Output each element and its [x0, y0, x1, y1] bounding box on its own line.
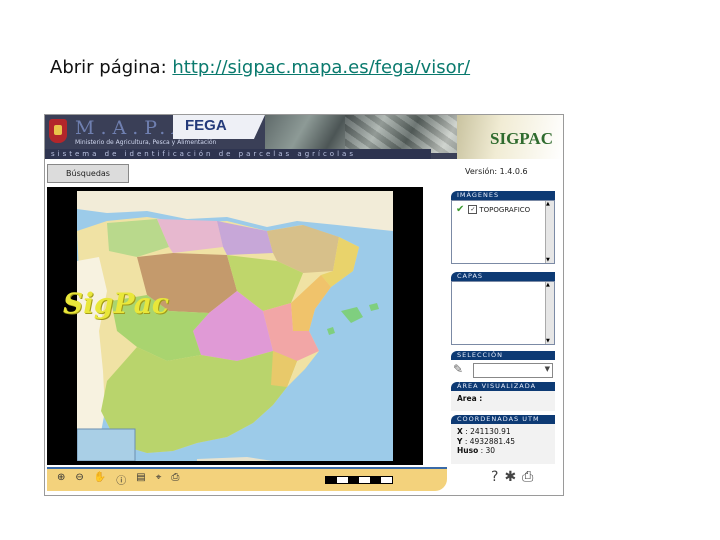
scale-bar	[325, 476, 393, 484]
huso-label: Huso	[457, 446, 479, 455]
sigpac-app-window: M.A.P.A. Ministerio de Agricultura, Pesc…	[44, 114, 564, 496]
area-label: Area :	[457, 394, 483, 403]
utility-icons: ? ✱ ⎙	[491, 469, 533, 485]
area-header: ÁREA VISUALIZADA	[451, 382, 555, 391]
capas-scrollbar[interactable]	[545, 282, 554, 344]
sistema-tagline: sistema de identificación de parcelas ag…	[45, 149, 431, 159]
y-row: Y : 4932881.45	[457, 437, 549, 447]
printer-icon[interactable]: ⎙	[522, 469, 533, 485]
y-label: Y	[457, 436, 463, 446]
x-label: X	[457, 427, 463, 436]
tool-icons: ⊕ ⊖ ✋ ⓘ ▤ ⌖ ⎙	[57, 472, 179, 487]
measure-icon[interactable]: ⌖	[156, 472, 162, 487]
topografico-label: TOPOGRAFICO	[479, 205, 531, 214]
seleccion-row: ✎	[451, 360, 555, 380]
huso-row: Huso : 30	[457, 446, 549, 456]
header-banner: M.A.P.A. Ministerio de Agricultura, Pesc…	[45, 115, 563, 159]
seleccion-dropdown[interactable]	[473, 363, 553, 378]
coordenadas-box: X : 241130.91 Y : 4932881.45 Huso : 30	[451, 424, 555, 464]
area-box: Area :	[451, 391, 555, 411]
info-icon[interactable]: ⓘ	[116, 472, 126, 487]
huso-value: : 30	[480, 446, 496, 455]
version-label: Versión: 1.4.0.6	[465, 167, 528, 176]
ministerio-text: Ministerio de Agricultura, Pesca y Alime…	[75, 139, 217, 146]
pan-hand-icon[interactable]: ✋	[94, 472, 106, 487]
y-value: : 4932881.45	[464, 436, 516, 446]
coordenadas-header: COORDENADAS UTM	[451, 415, 555, 424]
settings-icon[interactable]: ✱	[504, 469, 516, 485]
x-row: X : 241130.91	[457, 427, 549, 437]
print-icon[interactable]: ⎙	[171, 472, 179, 487]
zoom-in-icon[interactable]: ⊕	[57, 472, 65, 487]
map-viewer[interactable]: SigPac	[47, 187, 423, 465]
imagenes-header: IMÁGENES	[451, 191, 555, 200]
imagenes-list[interactable]: ✔ ✓ TOPOGRAFICO	[451, 200, 555, 264]
capas-header: CAPAS	[451, 272, 555, 281]
side-panel: IMÁGENES ✔ ✓ TOPOGRAFICO CAPAS SELECCIÓN…	[451, 191, 555, 481]
capas-list[interactable]	[451, 281, 555, 345]
slide-title: Abrir página: http://sigpac.mapa.es/fega…	[50, 57, 470, 78]
topografico-row[interactable]: ✔ ✓ TOPOGRAFICO	[456, 204, 530, 215]
layers-icon[interactable]: ▤	[136, 472, 145, 487]
fega-logo: FEGA	[185, 117, 227, 134]
sigpac-watermark: SigPac	[63, 287, 169, 320]
topografico-checkbox[interactable]: ✓	[468, 205, 478, 214]
help-icon[interactable]: ?	[491, 469, 498, 485]
selection-tool-icon[interactable]: ✎	[453, 362, 463, 376]
x-value: : 241130.91	[465, 427, 511, 436]
map-toolbar: ⊕ ⊖ ✋ ⓘ ▤ ⌖ ⎙	[47, 467, 447, 491]
check-icon: ✔	[456, 204, 465, 215]
spain-map[interactable]	[77, 191, 393, 461]
imagenes-scrollbar[interactable]	[545, 201, 554, 263]
visor-link[interactable]: http://sigpac.mapa.es/fega/visor/	[172, 57, 470, 78]
busquedas-button[interactable]: Búsquedas	[47, 164, 129, 183]
sigpac-logo-text: SIGPAC	[490, 129, 553, 148]
coat-of-arms-icon	[49, 119, 67, 143]
slide-prefix: Abrir página:	[50, 57, 173, 78]
canarias-inset	[77, 428, 136, 461]
sigpac-logo: SIGPAC	[457, 115, 563, 159]
seleccion-header: SELECCIÓN	[451, 351, 555, 360]
zoom-out-icon[interactable]: ⊖	[75, 472, 83, 487]
